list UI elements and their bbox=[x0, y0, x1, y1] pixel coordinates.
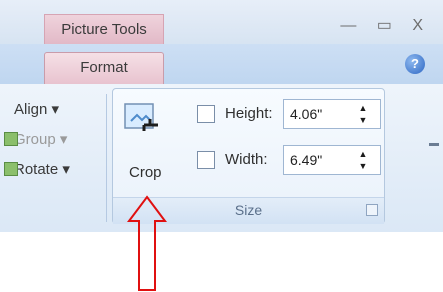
rotate-label: Rotate ▾ bbox=[14, 161, 70, 178]
height-row: Height: 4.06" ▲ ▼ bbox=[197, 99, 381, 129]
ribbon-minimize-icon[interactable] bbox=[429, 143, 439, 146]
height-icon bbox=[197, 105, 215, 123]
window-control-buttons[interactable]: — ▭ X bbox=[340, 15, 431, 35]
width-row: Width: 6.49" ▲ ▼ bbox=[197, 145, 381, 175]
rotate-button[interactable]: Rotate ▾ bbox=[4, 160, 70, 178]
width-spinner[interactable]: 6.49" ▲ ▼ bbox=[283, 145, 381, 175]
rotate-icon bbox=[4, 162, 18, 176]
width-value[interactable]: 6.49" bbox=[290, 152, 322, 168]
height-spinner[interactable]: 4.06" ▲ ▼ bbox=[283, 99, 381, 129]
width-spinner-arrows-icon[interactable]: ▲ ▼ bbox=[356, 148, 370, 174]
ribbon-right-edge bbox=[388, 84, 443, 232]
help-icon[interactable]: ? bbox=[405, 54, 425, 74]
height-value[interactable]: 4.06" bbox=[290, 106, 322, 122]
picture-tools-context-tab: Picture Tools bbox=[44, 14, 164, 44]
crop-label[interactable]: Crop bbox=[129, 164, 162, 181]
red-pointer-arrow bbox=[127, 195, 167, 291]
height-label: Height: bbox=[225, 105, 273, 122]
ribbon-tab-strip: Format ? bbox=[0, 44, 443, 84]
window-titlebar: Picture Tools — ▭ X bbox=[0, 0, 443, 44]
group-separator bbox=[106, 94, 107, 222]
size-dialog-launcher-icon[interactable] bbox=[366, 204, 378, 216]
align-button[interactable]: Align ▾ bbox=[14, 100, 59, 118]
tab-format[interactable]: Format bbox=[44, 52, 164, 84]
arrange-group-partial: Align ▾ Group ▾ Rotate ▾ bbox=[0, 84, 106, 232]
ribbon: Align ▾ Group ▾ Rotate ▾ Crop Height: 4.… bbox=[0, 84, 443, 232]
height-spinner-arrows-icon[interactable]: ▲ ▼ bbox=[356, 102, 370, 128]
crop-icon[interactable] bbox=[124, 103, 160, 133]
width-label: Width: bbox=[225, 151, 268, 168]
group-icon bbox=[4, 132, 18, 146]
group-label: Group ▾ bbox=[14, 131, 68, 148]
group-button[interactable]: Group ▾ bbox=[4, 130, 68, 148]
width-icon bbox=[197, 151, 215, 169]
